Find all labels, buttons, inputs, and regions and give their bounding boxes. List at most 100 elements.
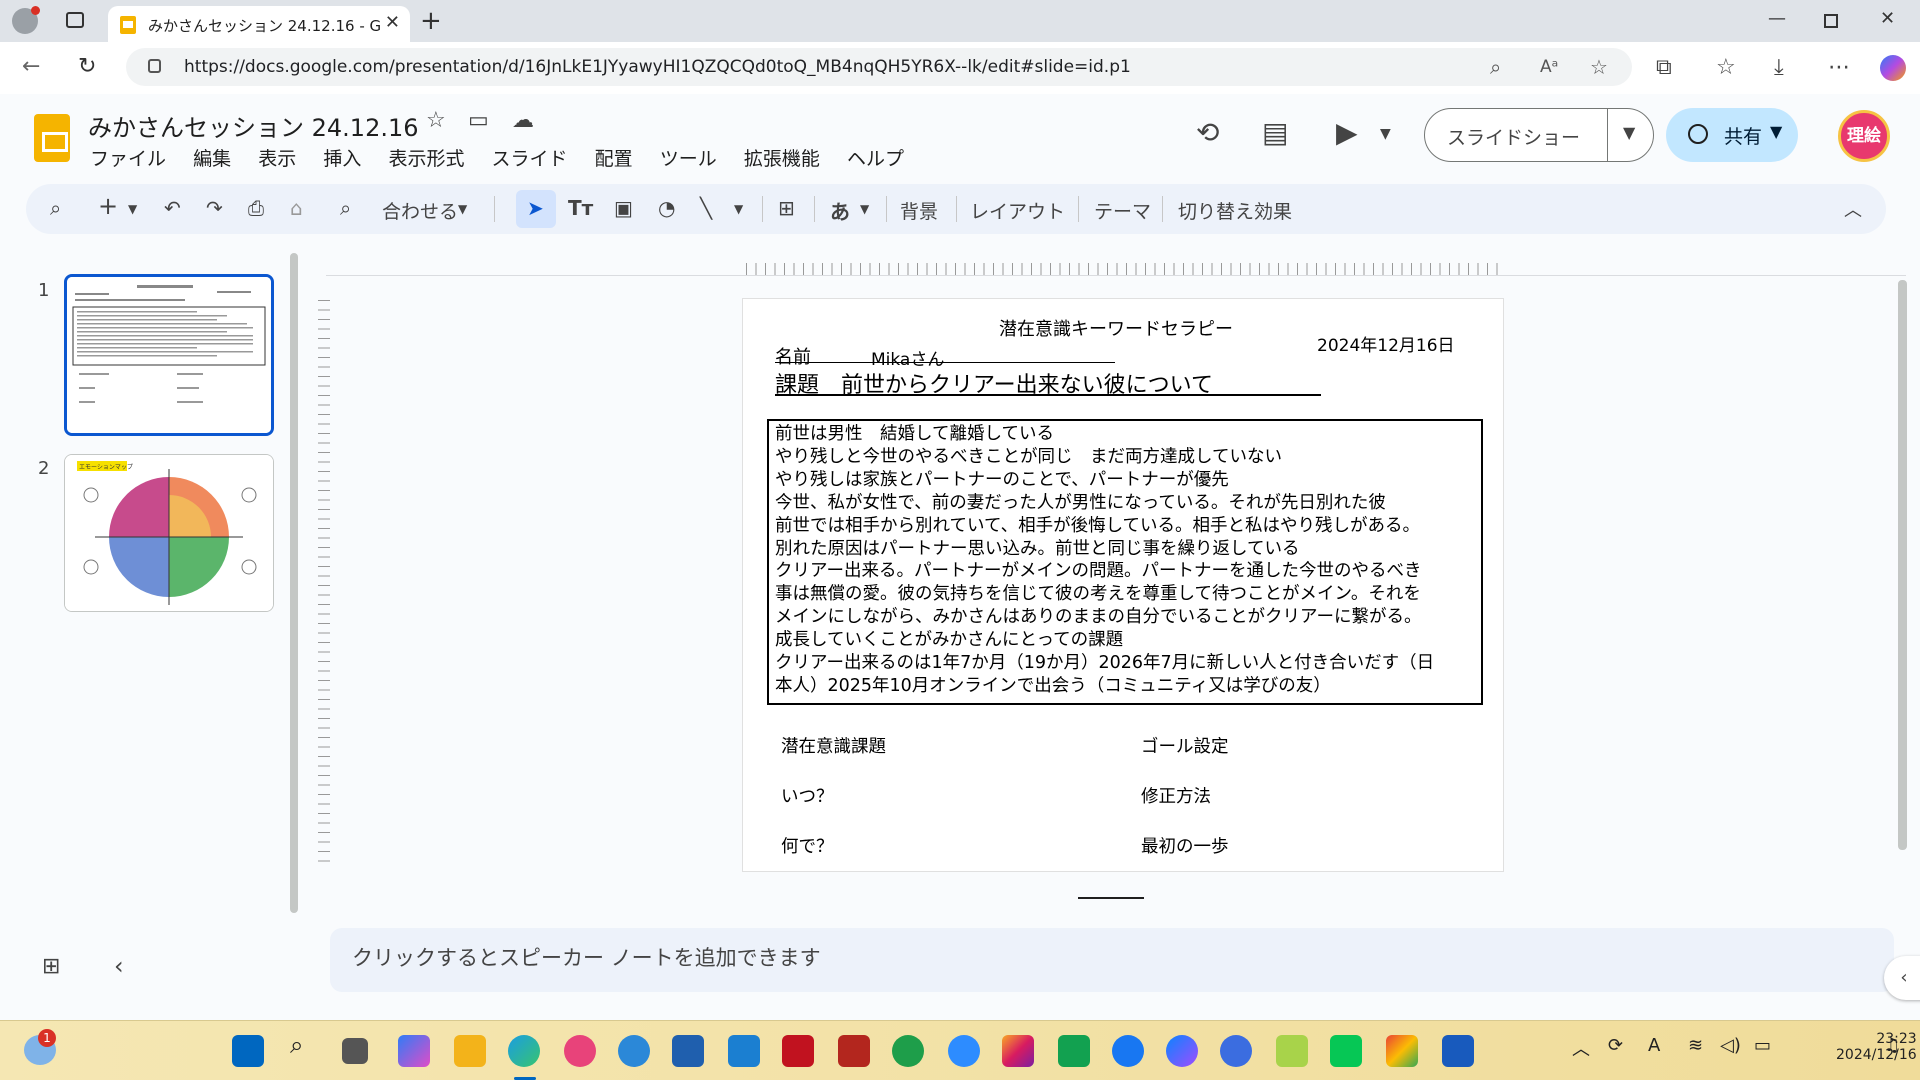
session-notes-box[interactable]: 前世は男性 結婚して離婚している やり残しと今世のやるべきことが同じ まだ両方達…: [767, 419, 1483, 705]
move-folder-icon[interactable]: ▭: [468, 108, 489, 133]
tab-close-icon[interactable]: ✕: [385, 12, 400, 33]
line-icon[interactable]: ╲: [700, 196, 712, 220]
myhp-icon[interactable]: [728, 1035, 760, 1067]
canvas-scrollbar[interactable]: [1898, 280, 1907, 850]
more-icon[interactable]: ⋯: [1828, 55, 1850, 80]
zoom-dropdown-icon[interactable]: ▼: [458, 202, 467, 216]
read-aloud-icon[interactable]: Aᵃ: [1540, 57, 1558, 77]
name-label[interactable]: 名前: [775, 343, 811, 369]
menu-extensions[interactable]: 拡張機能: [744, 144, 820, 171]
text-box-icon[interactable]: Tт: [568, 196, 593, 220]
mail-icon[interactable]: [838, 1035, 870, 1067]
downloads-icon[interactable]: ⤓: [1774, 55, 1784, 80]
slide-thumbnail-1[interactable]: [64, 274, 274, 436]
filmstrip-scrollbar[interactable]: [290, 253, 298, 913]
new-slide-dropdown-icon[interactable]: ▼: [128, 202, 137, 216]
maximize-icon[interactable]: [1824, 14, 1838, 28]
line-app-icon[interactable]: [1330, 1035, 1362, 1067]
account-avatar[interactable]: 理絵: [1838, 110, 1890, 162]
meet-dropdown-icon[interactable]: ▼: [1380, 126, 1391, 142]
line-l-icon[interactable]: [1058, 1035, 1090, 1067]
star-icon[interactable]: ☆: [426, 108, 446, 133]
menu-help[interactable]: ヘルプ: [847, 144, 904, 171]
comments-icon[interactable]: ▤: [1262, 116, 1288, 149]
gmail-icon[interactable]: [1386, 1035, 1418, 1067]
battery-icon[interactable]: ▭: [1754, 1035, 1771, 1056]
zoom-app-icon[interactable]: [948, 1035, 980, 1067]
files-icon[interactable]: [1276, 1035, 1308, 1067]
document-title[interactable]: みかさんセッション 24.12.16: [88, 108, 419, 143]
notes-resize-handle[interactable]: [1078, 897, 1144, 899]
mcafee-icon[interactable]: [782, 1035, 814, 1067]
favorites-icon[interactable]: ☆: [1716, 55, 1736, 80]
by-what-label[interactable]: 何で？: [781, 833, 834, 858]
input-tools-icon[interactable]: あ: [830, 196, 850, 225]
copilot-icon[interactable]: [398, 1035, 430, 1067]
grid-view-icon[interactable]: ⊞: [42, 954, 60, 979]
input-tools-dropdown-icon[interactable]: ▼: [860, 202, 869, 216]
photos-icon[interactable]: [564, 1035, 596, 1067]
facebook-icon[interactable]: [1112, 1035, 1144, 1067]
evernote-icon[interactable]: [892, 1035, 924, 1067]
canva-icon[interactable]: [1220, 1035, 1252, 1067]
share-button[interactable]: 共有 ▼: [1666, 108, 1798, 162]
task-view-icon[interactable]: [342, 1038, 368, 1064]
select-tool-button[interactable]: ➤: [516, 190, 556, 228]
theme-button[interactable]: テーマ: [1094, 197, 1151, 224]
back-icon[interactable]: ←: [22, 54, 40, 79]
redo-icon[interactable]: ↷: [206, 196, 223, 220]
zoom-icon[interactable]: ⌕: [340, 196, 351, 220]
tab-actions-icon[interactable]: [66, 12, 84, 28]
goal-setting-label[interactable]: ゴール設定: [1141, 733, 1229, 758]
extensions-icon[interactable]: ⧉: [1656, 55, 1672, 80]
background-button[interactable]: 背景: [900, 197, 938, 224]
file-explorer-icon[interactable]: [454, 1035, 486, 1067]
subconscious-issue-label[interactable]: 潜在意識課題: [781, 733, 886, 758]
clock[interactable]: 23:23 2024/12/16: [1836, 1031, 1917, 1063]
new-slide-icon[interactable]: +: [98, 192, 118, 220]
menu-tools[interactable]: ツール: [660, 144, 717, 171]
layout-button[interactable]: レイアウト: [970, 197, 1065, 224]
add-comment-icon[interactable]: ⊞: [778, 196, 795, 220]
ime-icon[interactable]: A: [1648, 1035, 1660, 1056]
when-label[interactable]: いつ？: [781, 783, 834, 808]
speaker-notes[interactable]: クリックするとスピーカー ノートを追加できます: [330, 928, 1894, 992]
fix-method-label[interactable]: 修正方法: [1141, 783, 1211, 808]
chevron-down-icon[interactable]: ▼: [1623, 123, 1635, 142]
paint-format-icon[interactable]: ⌂: [290, 196, 303, 220]
slide-thumbnail-2[interactable]: エモーションマップ: [64, 454, 274, 612]
slide-title[interactable]: 潜在意識キーワードセラピー: [999, 315, 1233, 341]
weather-app-icon[interactable]: [618, 1035, 650, 1067]
menu-slide[interactable]: スライド: [492, 144, 568, 171]
profile-icon[interactable]: [12, 6, 40, 34]
url-field[interactable]: https://docs.google.com/presentation/d/1…: [126, 48, 1632, 86]
instagram-icon[interactable]: [1002, 1035, 1034, 1067]
volume-icon[interactable]: ◁): [1720, 1035, 1741, 1056]
word-icon[interactable]: [1442, 1035, 1474, 1067]
version-history-icon[interactable]: ⟲: [1196, 116, 1219, 149]
chevron-down-icon[interactable]: ▼: [1770, 122, 1782, 141]
browser-tab[interactable]: みかさんセッション 24.12.16 - Google ✕: [108, 6, 410, 42]
search-icon[interactable]: ⌕: [290, 1031, 303, 1059]
menu-arrange[interactable]: 配置: [595, 144, 633, 171]
site-info-icon[interactable]: [148, 59, 161, 73]
meet-camera-icon[interactable]: ▶: [1336, 116, 1358, 149]
edge-icon[interactable]: [508, 1035, 540, 1067]
collapse-filmstrip-icon[interactable]: ‹: [114, 952, 124, 980]
window-close-icon[interactable]: ✕: [1880, 8, 1895, 29]
copilot-icon[interactable]: [1880, 55, 1906, 81]
store-icon[interactable]: [672, 1035, 704, 1067]
sync-icon[interactable]: ⟳: [1608, 1035, 1623, 1056]
transition-button[interactable]: 切り替え効果: [1178, 197, 1292, 224]
reload-icon[interactable]: ↻: [78, 54, 96, 79]
messenger-icon[interactable]: [1166, 1035, 1198, 1067]
minimize-icon[interactable]: —: [1768, 8, 1786, 29]
menu-file[interactable]: ファイル: [90, 144, 166, 171]
session-date[interactable]: 2024年12月16日: [1317, 331, 1455, 356]
image-icon[interactable]: ▣: [614, 196, 633, 220]
search-menus-icon[interactable]: ⌕: [50, 196, 61, 220]
menu-insert[interactable]: 挿入: [323, 144, 361, 171]
side-panel-toggle-icon[interactable]: ‹: [1884, 956, 1920, 1000]
shape-icon[interactable]: ◔: [658, 196, 675, 220]
menu-view[interactable]: 表示: [258, 144, 296, 171]
